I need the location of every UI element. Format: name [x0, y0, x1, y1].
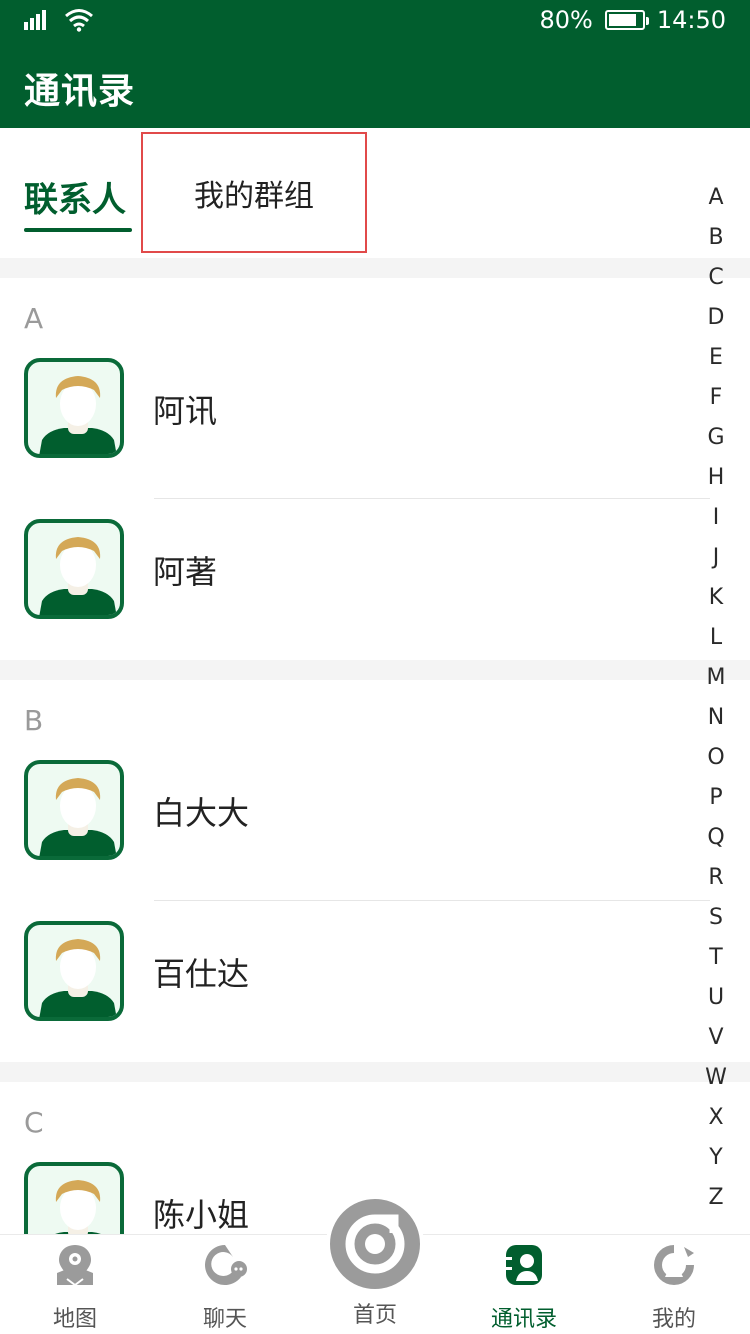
- contact-name: 阿著: [153, 553, 218, 591]
- active-tab-indicator: [24, 228, 132, 232]
- nav-contacts-label: 通讯录: [490, 1307, 557, 1332]
- alphabet-index-letter[interactable]: O: [707, 738, 724, 778]
- alphabet-index-letter[interactable]: B: [708, 218, 723, 258]
- alphabet-index-letter[interactable]: A: [708, 178, 723, 218]
- alphabet-index-letter[interactable]: G: [707, 418, 724, 458]
- alphabet-index-letter[interactable]: Z: [708, 1178, 723, 1218]
- alphabet-index-letter[interactable]: S: [709, 898, 723, 938]
- alphabet-index-letter[interactable]: H: [708, 458, 725, 498]
- alphabet-index-letter[interactable]: P: [709, 778, 722, 818]
- section-header-c: C: [24, 1106, 44, 1139]
- alphabet-index-letter[interactable]: R: [708, 858, 723, 898]
- user-profile-icon: [654, 1245, 694, 1285]
- nav-map[interactable]: 地图: [15, 1243, 135, 1333]
- home-button[interactable]: [326, 1195, 424, 1293]
- nav-chat[interactable]: 聊天: [165, 1243, 285, 1333]
- contacts-book-icon: [502, 1245, 542, 1285]
- avatar: [24, 519, 124, 619]
- bottom-nav: 地图 聊天 首页 通讯录 我的: [0, 1195, 750, 1334]
- alphabet-index-letter[interactable]: D: [708, 298, 725, 338]
- section-gap: [0, 660, 750, 680]
- contact-name: 白大大: [153, 794, 250, 832]
- alphabet-index-letter[interactable]: V: [708, 1018, 723, 1058]
- section-gap: [0, 1062, 750, 1082]
- alphabet-index-letter[interactable]: E: [709, 338, 723, 378]
- alphabet-index-letter[interactable]: Y: [709, 1138, 722, 1178]
- alphabet-index-letter[interactable]: C: [708, 258, 723, 298]
- section-header-a: A: [24, 302, 44, 335]
- alphabet-index-letter[interactable]: L: [710, 618, 722, 658]
- contact-row[interactable]: 百仕达: [0, 901, 750, 1062]
- tab-my-groups-label: 我的群组: [194, 178, 314, 214]
- alphabet-index-letter[interactable]: F: [710, 378, 723, 418]
- contact-row[interactable]: 阿著: [0, 499, 750, 660]
- alphabet-index-letter[interactable]: I: [713, 498, 720, 538]
- avatar: [24, 760, 124, 860]
- alphabet-index-letter[interactable]: K: [709, 578, 723, 618]
- nav-mine[interactable]: 我的: [614, 1243, 734, 1333]
- battery-icon: [604, 10, 649, 30]
- alphabet-index-letter[interactable]: T: [709, 938, 722, 978]
- tab-contacts[interactable]: 联系人: [24, 172, 126, 221]
- signal-icon: [24, 10, 46, 30]
- nav-mine-label: 我的: [651, 1307, 696, 1332]
- section-gap: [0, 258, 750, 278]
- tab-my-groups[interactable]: 我的群组: [141, 132, 367, 253]
- avatar: [24, 921, 124, 1021]
- page-title: 通讯录: [24, 71, 136, 112]
- contact-name: 百仕达: [153, 955, 250, 993]
- section-header-b: B: [24, 704, 44, 737]
- tab-bar: 联系人 我的群组: [0, 128, 750, 258]
- map-pin-icon: [57, 1245, 93, 1287]
- nav-contacts[interactable]: 通讯录: [464, 1243, 584, 1333]
- avatar: [24, 1162, 124, 1234]
- alphabet-index-letter[interactable]: M: [707, 658, 726, 698]
- contact-row[interactable]: 阿讯: [0, 338, 750, 499]
- app-header: 80% 14:50 通讯录: [0, 0, 750, 128]
- status-bar: 80% 14:50: [0, 0, 750, 40]
- contact-name: 陈小姐: [153, 1196, 250, 1234]
- contact-row[interactable]: 白大大: [0, 740, 750, 901]
- alphabet-index-letter[interactable]: N: [708, 698, 724, 738]
- nav-home-label: 首页: [352, 1303, 397, 1328]
- nav-chat-label: 聊天: [202, 1307, 247, 1332]
- contact-name: 阿讯: [153, 392, 218, 430]
- nav-map-label: 地图: [52, 1307, 97, 1332]
- alphabet-index-letter[interactable]: Q: [707, 818, 724, 858]
- alphabet-index-letter[interactable]: J: [713, 538, 720, 578]
- home-lens-icon: [345, 1214, 405, 1274]
- clock: 14:50: [656, 6, 726, 34]
- battery-percent: 80%: [539, 6, 593, 34]
- alphabet-index-letter[interactable]: W: [705, 1058, 727, 1098]
- alphabet-index-letter[interactable]: X: [708, 1098, 723, 1138]
- avatar: [24, 358, 124, 458]
- chat-bubble-icon: [205, 1245, 247, 1285]
- contact-list[interactable]: A 阿讯 阿著 B 白大大 百仕达 C 陈小姐: [0, 258, 750, 1234]
- wifi-icon: [65, 9, 93, 32]
- alphabet-index[interactable]: ABCDEFGHIJKLMNOPQRSTUVWXYZ: [702, 178, 730, 1218]
- alphabet-index-letter[interactable]: U: [708, 978, 724, 1018]
